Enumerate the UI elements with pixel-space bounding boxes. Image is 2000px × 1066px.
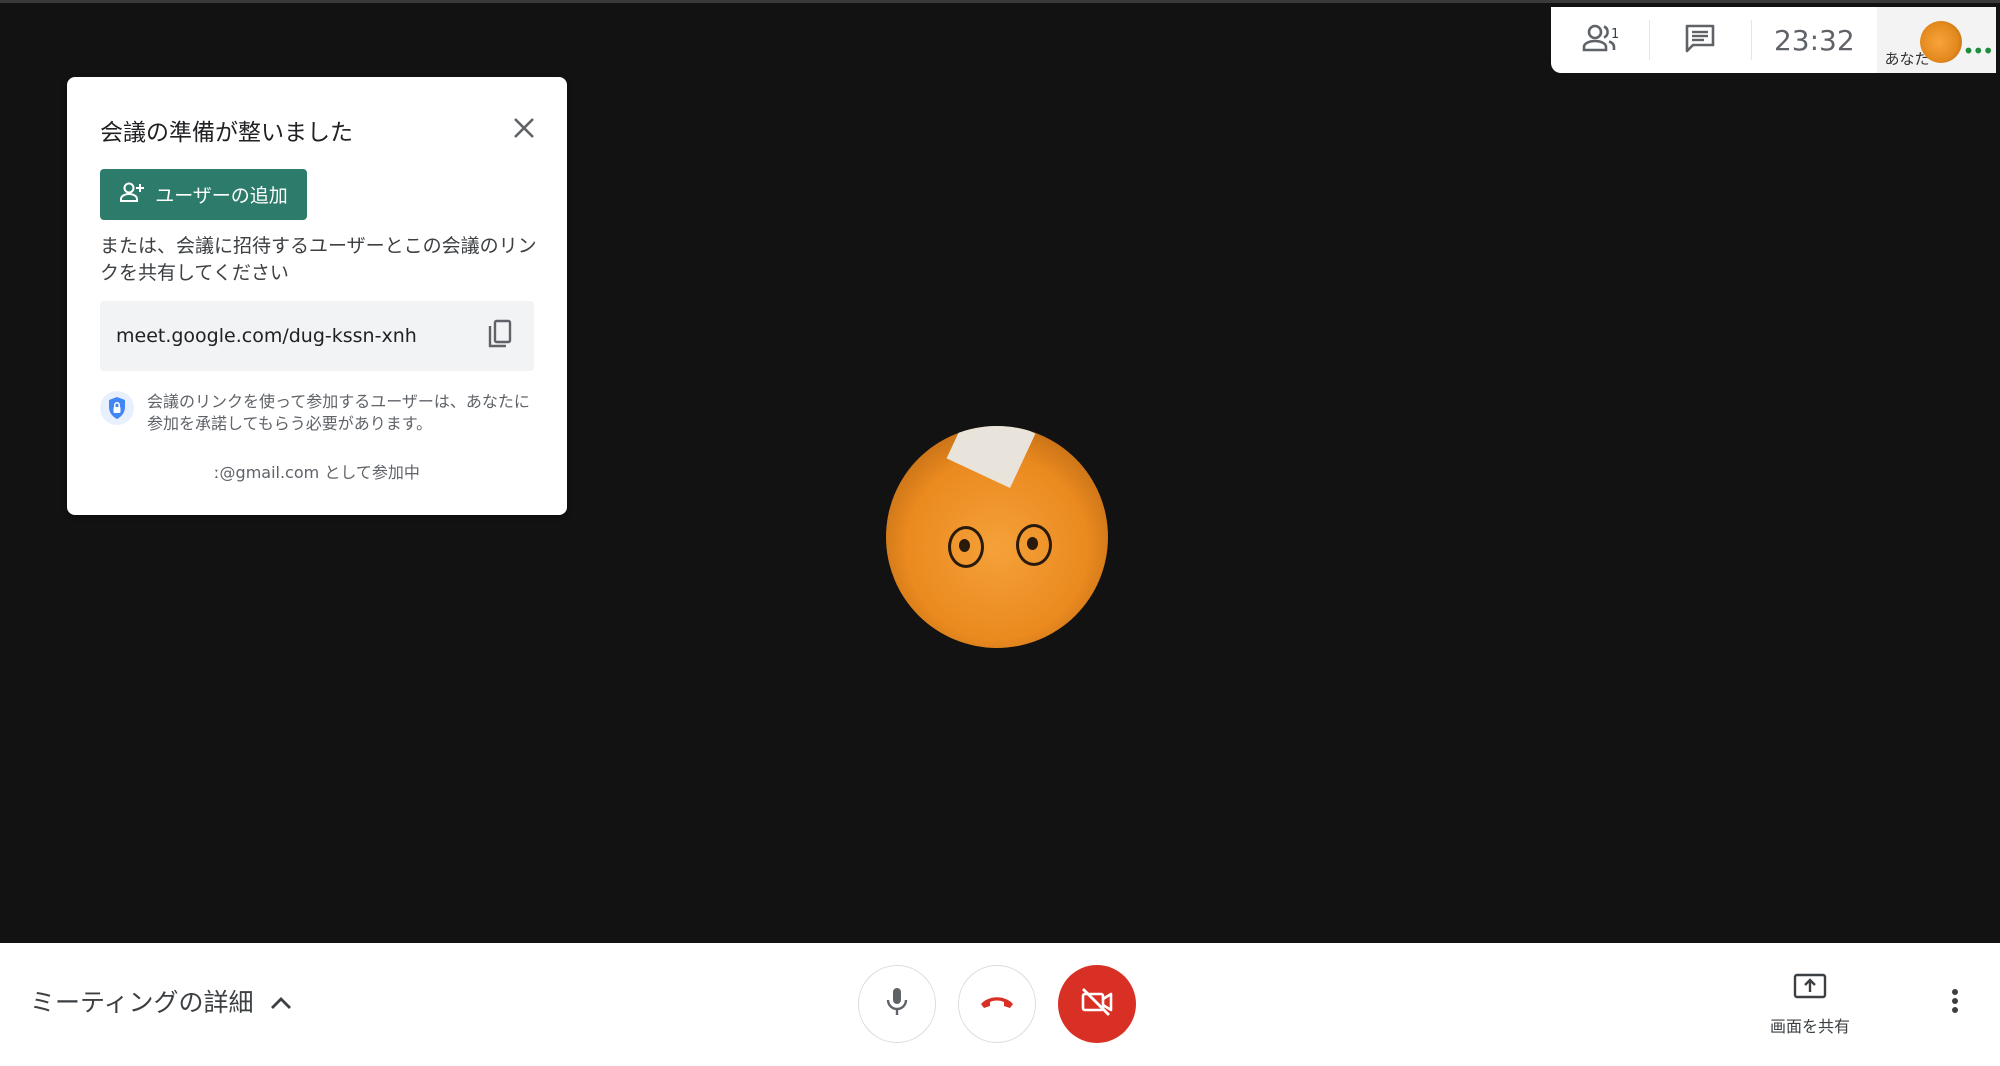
avatar-eye-right	[1016, 524, 1052, 566]
close-icon	[513, 117, 535, 143]
avatar-eye-left	[948, 526, 984, 568]
bottom-control-bar: ミーティングの詳細 画面を共有	[0, 943, 2000, 1066]
more-options-button[interactable]	[1940, 983, 1970, 1023]
meeting-link-box: meet.google.com/dug-kssn-xnh	[100, 301, 534, 371]
meeting-details-label: ミーティングの詳細	[30, 988, 254, 1017]
self-view-tile[interactable]: あなた •••	[1876, 7, 1996, 73]
top-status-bar: 1 23:32 あなた •••	[1551, 7, 1996, 73]
leave-call-button[interactable]	[958, 965, 1036, 1043]
audio-level-icon: •••	[1962, 39, 1994, 63]
participant-avatar	[886, 426, 1108, 648]
card-title: 会議の準備が整いました	[100, 120, 353, 146]
present-screen-icon	[1793, 973, 1827, 1005]
self-avatar	[1920, 21, 1962, 63]
participants-button[interactable]: 1	[1551, 7, 1649, 73]
meeting-details-button[interactable]: ミーティングの詳細	[30, 983, 292, 1019]
camera-off-icon	[1079, 987, 1115, 1021]
share-description: または、会議に招待するユーザーとこの会議のリンクを共有してください	[100, 235, 537, 284]
participants-count: 1	[1611, 27, 1620, 42]
avatar-paper-detail	[946, 426, 1036, 488]
video-stage: 1 23:32 あなた ••• 会議の準備が整いました ユーザーの追加 または、…	[0, 0, 2000, 943]
meeting-link[interactable]: meet.google.com/dug-kssn-xnh	[116, 325, 417, 347]
close-button[interactable]	[509, 115, 539, 145]
present-screen-label: 画面を共有	[1769, 1017, 1850, 1036]
shield-lock-icon	[100, 391, 134, 425]
microphone-button[interactable]	[858, 965, 936, 1043]
security-note: 会議のリンクを使って参加するユーザーは、あなたに参加を承諾してもらう必要がありま…	[147, 392, 530, 433]
chat-icon	[1684, 23, 1716, 57]
present-screen-button[interactable]: 画面を共有	[1760, 973, 1860, 1037]
add-person-icon	[119, 181, 145, 208]
copy-icon	[487, 319, 513, 353]
more-vert-icon	[1951, 988, 1959, 1018]
microphone-icon	[885, 986, 909, 1022]
add-user-button[interactable]: ユーザーの追加	[100, 169, 307, 220]
meeting-ready-card: 会議の準備が整いました ユーザーの追加 または、会議に招待するユーザーとこの会議…	[67, 77, 567, 515]
chat-button[interactable]	[1648, 20, 1753, 60]
chevron-up-icon	[270, 987, 292, 1016]
copy-link-button[interactable]	[484, 319, 516, 353]
add-user-label: ユーザーの追加	[155, 185, 288, 207]
clock: 23:32	[1773, 23, 1855, 57]
hangup-icon	[979, 994, 1015, 1014]
joined-as-text: ː@gmail.com として参加中	[214, 463, 420, 482]
camera-toggle-button[interactable]	[1058, 965, 1136, 1043]
